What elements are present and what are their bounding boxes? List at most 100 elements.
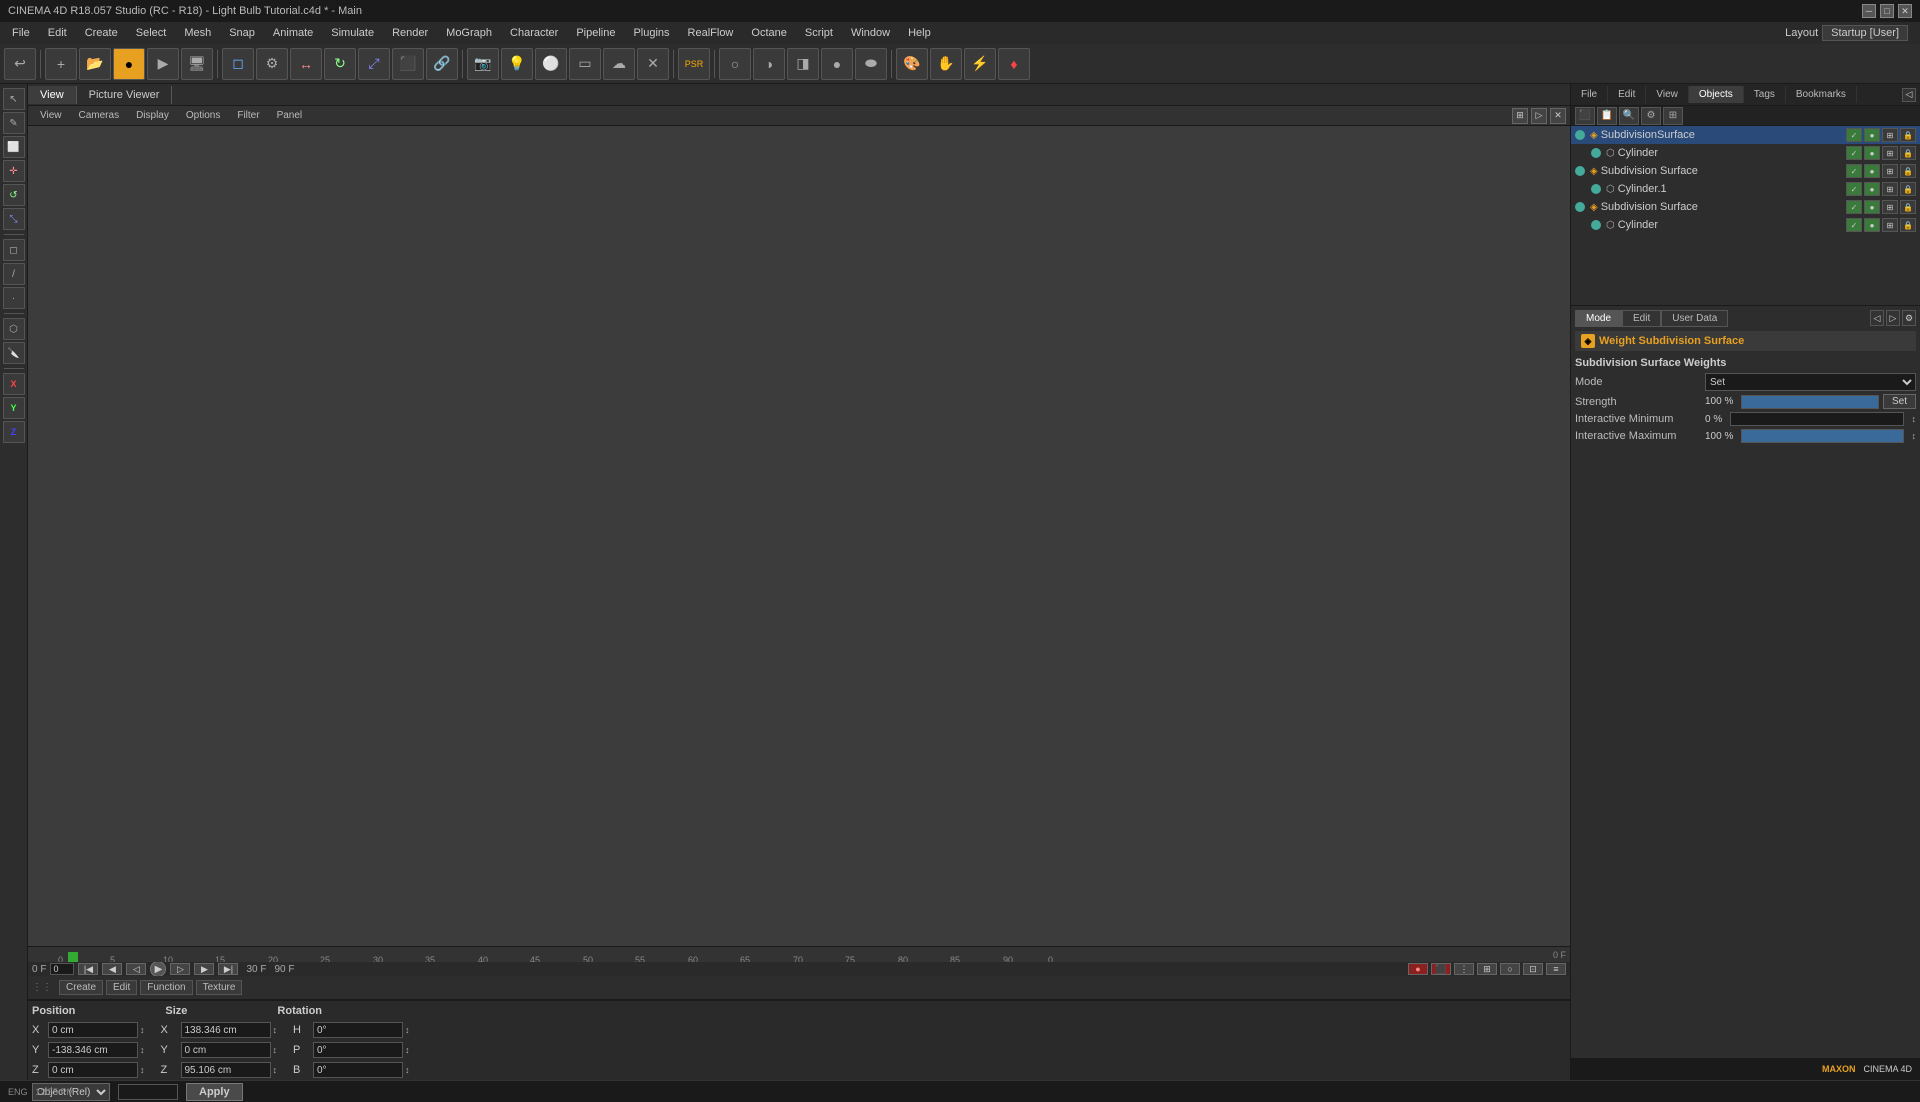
obj-vis-btn-2[interactable]: ✓ bbox=[1846, 146, 1862, 160]
coord-extra-input[interactable] bbox=[118, 1084, 178, 1100]
coord-z-input[interactable] bbox=[48, 1062, 138, 1078]
scale-btn[interactable]: ⤢ bbox=[358, 48, 390, 80]
rot-b-input[interactable] bbox=[313, 1062, 403, 1078]
submenu-display[interactable]: Display bbox=[128, 108, 177, 123]
render-btn[interactable]: ▶ bbox=[147, 48, 179, 80]
paint-btn[interactable]: 🎨 bbox=[896, 48, 928, 80]
move-btn[interactable]: ↔ bbox=[290, 48, 322, 80]
render-view-btn[interactable]: 🖥 bbox=[181, 48, 213, 80]
create-btn[interactable]: Create bbox=[59, 980, 103, 995]
menu-select[interactable]: Select bbox=[128, 25, 175, 41]
record-btn[interactable]: ● bbox=[1408, 963, 1428, 975]
obj-render-btn-5[interactable]: ● bbox=[1864, 200, 1880, 214]
obj-tag-btn-6[interactable]: ⊞ bbox=[1882, 218, 1898, 232]
menu-edit[interactable]: Edit bbox=[40, 25, 75, 41]
boole-btn[interactable]: ○ bbox=[719, 48, 751, 80]
sidebar-cursor-tool[interactable]: ↖ bbox=[3, 88, 25, 110]
tab-picture-viewer[interactable]: Picture Viewer bbox=[77, 86, 173, 104]
rotate-btn[interactable]: ↻ bbox=[324, 48, 356, 80]
obj-item-subd3[interactable]: ◈ Subdivision Surface ✓ ● ⊞ 🔒 bbox=[1571, 198, 1920, 216]
frame-input[interactable] bbox=[50, 963, 74, 975]
vp-toggle-1[interactable]: ⊞ bbox=[1512, 108, 1528, 124]
close-btn[interactable]: ✕ bbox=[1898, 4, 1912, 18]
right-tab-tags[interactable]: Tags bbox=[1744, 86, 1786, 103]
autokey-btn[interactable]: ⬛ bbox=[1431, 963, 1451, 975]
obj-icon-1[interactable]: ⬛ bbox=[1575, 107, 1595, 125]
render-settings-btn[interactable]: ● bbox=[113, 48, 145, 80]
sidebar-selection-tool[interactable]: ⬜ bbox=[3, 136, 25, 158]
rot-p-input[interactable] bbox=[313, 1042, 403, 1058]
sidebar-move-tool[interactable]: ✛ bbox=[3, 160, 25, 182]
new-btn[interactable]: + bbox=[45, 48, 77, 80]
maximize-btn[interactable]: □ bbox=[1880, 4, 1894, 18]
playback-start[interactable]: |◀ bbox=[78, 963, 98, 975]
right-tab-view[interactable]: View bbox=[1646, 86, 1689, 103]
obj-lock-btn-2[interactable]: 🔒 bbox=[1900, 146, 1916, 160]
right-tab-edit[interactable]: Edit bbox=[1608, 86, 1646, 103]
light-btn[interactable]: 💡 bbox=[501, 48, 533, 80]
submenu-panel[interactable]: Panel bbox=[269, 108, 311, 123]
menu-simulate[interactable]: Simulate bbox=[323, 25, 382, 41]
menu-create[interactable]: Create bbox=[77, 25, 126, 41]
timeline-btn3[interactable]: ○ bbox=[1500, 963, 1520, 975]
sweep-btn[interactable]: ● bbox=[821, 48, 853, 80]
right-tab-file[interactable]: File bbox=[1571, 86, 1608, 103]
sidebar-knife-tool[interactable]: 🔪 bbox=[3, 342, 25, 364]
playhead[interactable] bbox=[68, 952, 78, 962]
obj-vis-btn-4[interactable]: ✓ bbox=[1846, 182, 1862, 196]
vp-toggle-2[interactable]: ▷ bbox=[1531, 108, 1547, 124]
sidebar-paint-tool[interactable]: ✎ bbox=[3, 112, 25, 134]
menu-help[interactable]: Help bbox=[900, 25, 939, 41]
tab-3d-view[interactable]: View bbox=[28, 86, 77, 104]
object-btn[interactable]: ◻ bbox=[222, 48, 254, 80]
undo-btn[interactable]: ↩ bbox=[4, 48, 36, 80]
attr-fwd-btn[interactable]: ▷ bbox=[1886, 310, 1900, 326]
menu-mograph[interactable]: MoGraph bbox=[438, 25, 500, 41]
sidebar-rotate-tool[interactable]: ↺ bbox=[3, 184, 25, 206]
obj-render-btn-1[interactable]: ● bbox=[1864, 128, 1880, 142]
obj-vis-btn-6[interactable]: ✓ bbox=[1846, 218, 1862, 232]
sidebar-point-tool[interactable]: · bbox=[3, 287, 25, 309]
obj-icon-3[interactable]: 🔍 bbox=[1619, 107, 1639, 125]
timeline-btn5[interactable]: ≡ bbox=[1546, 963, 1566, 975]
menu-snap[interactable]: Snap bbox=[221, 25, 263, 41]
ik-btn[interactable]: ⚡ bbox=[964, 48, 996, 80]
obj-tag-btn-2[interactable]: ⊞ bbox=[1882, 146, 1898, 160]
obj-item-subd2[interactable]: ◈ Subdivision Surface ✓ ● ⊞ 🔒 bbox=[1571, 162, 1920, 180]
texture-btn[interactable]: Texture bbox=[196, 980, 243, 995]
obj-lock-btn-6[interactable]: 🔒 bbox=[1900, 218, 1916, 232]
obj-icon-2[interactable]: 📋 bbox=[1597, 107, 1617, 125]
obj-item-subd1[interactable]: ◈ SubdivisionSurface ✓ ● ⊞ 🔒 bbox=[1571, 126, 1920, 144]
submenu-filter[interactable]: Filter bbox=[229, 108, 267, 123]
obj-lock-btn-1[interactable]: 🔒 bbox=[1900, 128, 1916, 142]
obj-lock-btn-3[interactable]: 🔒 bbox=[1900, 164, 1916, 178]
attr-tab-edit[interactable]: Edit bbox=[1622, 310, 1661, 327]
layout-value[interactable]: Startup [User] bbox=[1822, 25, 1908, 41]
sidebar-axis-x[interactable]: X bbox=[3, 373, 25, 395]
obj-lock-btn-5[interactable]: 🔒 bbox=[1900, 200, 1916, 214]
select-btn[interactable]: ⬛ bbox=[392, 48, 424, 80]
sidebar-edge-tool[interactable]: / bbox=[3, 263, 25, 285]
obj-tag-btn-5[interactable]: ⊞ bbox=[1882, 200, 1898, 214]
menu-animate[interactable]: Animate bbox=[265, 25, 321, 41]
playback-prev[interactable]: ◀ bbox=[102, 963, 122, 975]
settings-btn[interactable]: ⚙ bbox=[256, 48, 288, 80]
obj-vis-btn-5[interactable]: ✓ bbox=[1846, 200, 1862, 214]
size-y-input[interactable] bbox=[181, 1042, 271, 1058]
obj-render-btn-3[interactable]: ● bbox=[1864, 164, 1880, 178]
playback-prev-frame[interactable]: ◁ bbox=[126, 963, 146, 975]
obj-item-cyl2[interactable]: ⬡ Cylinder.1 ✓ ● ⊞ 🔒 bbox=[1571, 180, 1920, 198]
sidebar-polygon-tool[interactable]: ◻ bbox=[3, 239, 25, 261]
obj-item-cyl1[interactable]: ⬡ Cylinder ✓ ● ⊞ 🔒 bbox=[1571, 144, 1920, 162]
obj-tag-btn-1[interactable]: ⊞ bbox=[1882, 128, 1898, 142]
interactive-min-slider[interactable] bbox=[1730, 412, 1903, 426]
interactive-max-stepper[interactable]: ↕ bbox=[1912, 431, 1917, 441]
playback-end[interactable]: ▶| bbox=[218, 963, 238, 975]
coord-x-input[interactable] bbox=[48, 1022, 138, 1038]
obj-item-cyl3[interactable]: ⬡ Cylinder ✓ ● ⊞ 🔒 bbox=[1571, 216, 1920, 234]
menu-realflow[interactable]: RealFlow bbox=[680, 25, 742, 41]
morph-btn[interactable]: ♦ bbox=[998, 48, 1030, 80]
menu-render[interactable]: Render bbox=[384, 25, 436, 41]
minimize-btn[interactable]: ─ bbox=[1862, 4, 1876, 18]
strength-set-btn[interactable]: Set bbox=[1883, 394, 1916, 409]
